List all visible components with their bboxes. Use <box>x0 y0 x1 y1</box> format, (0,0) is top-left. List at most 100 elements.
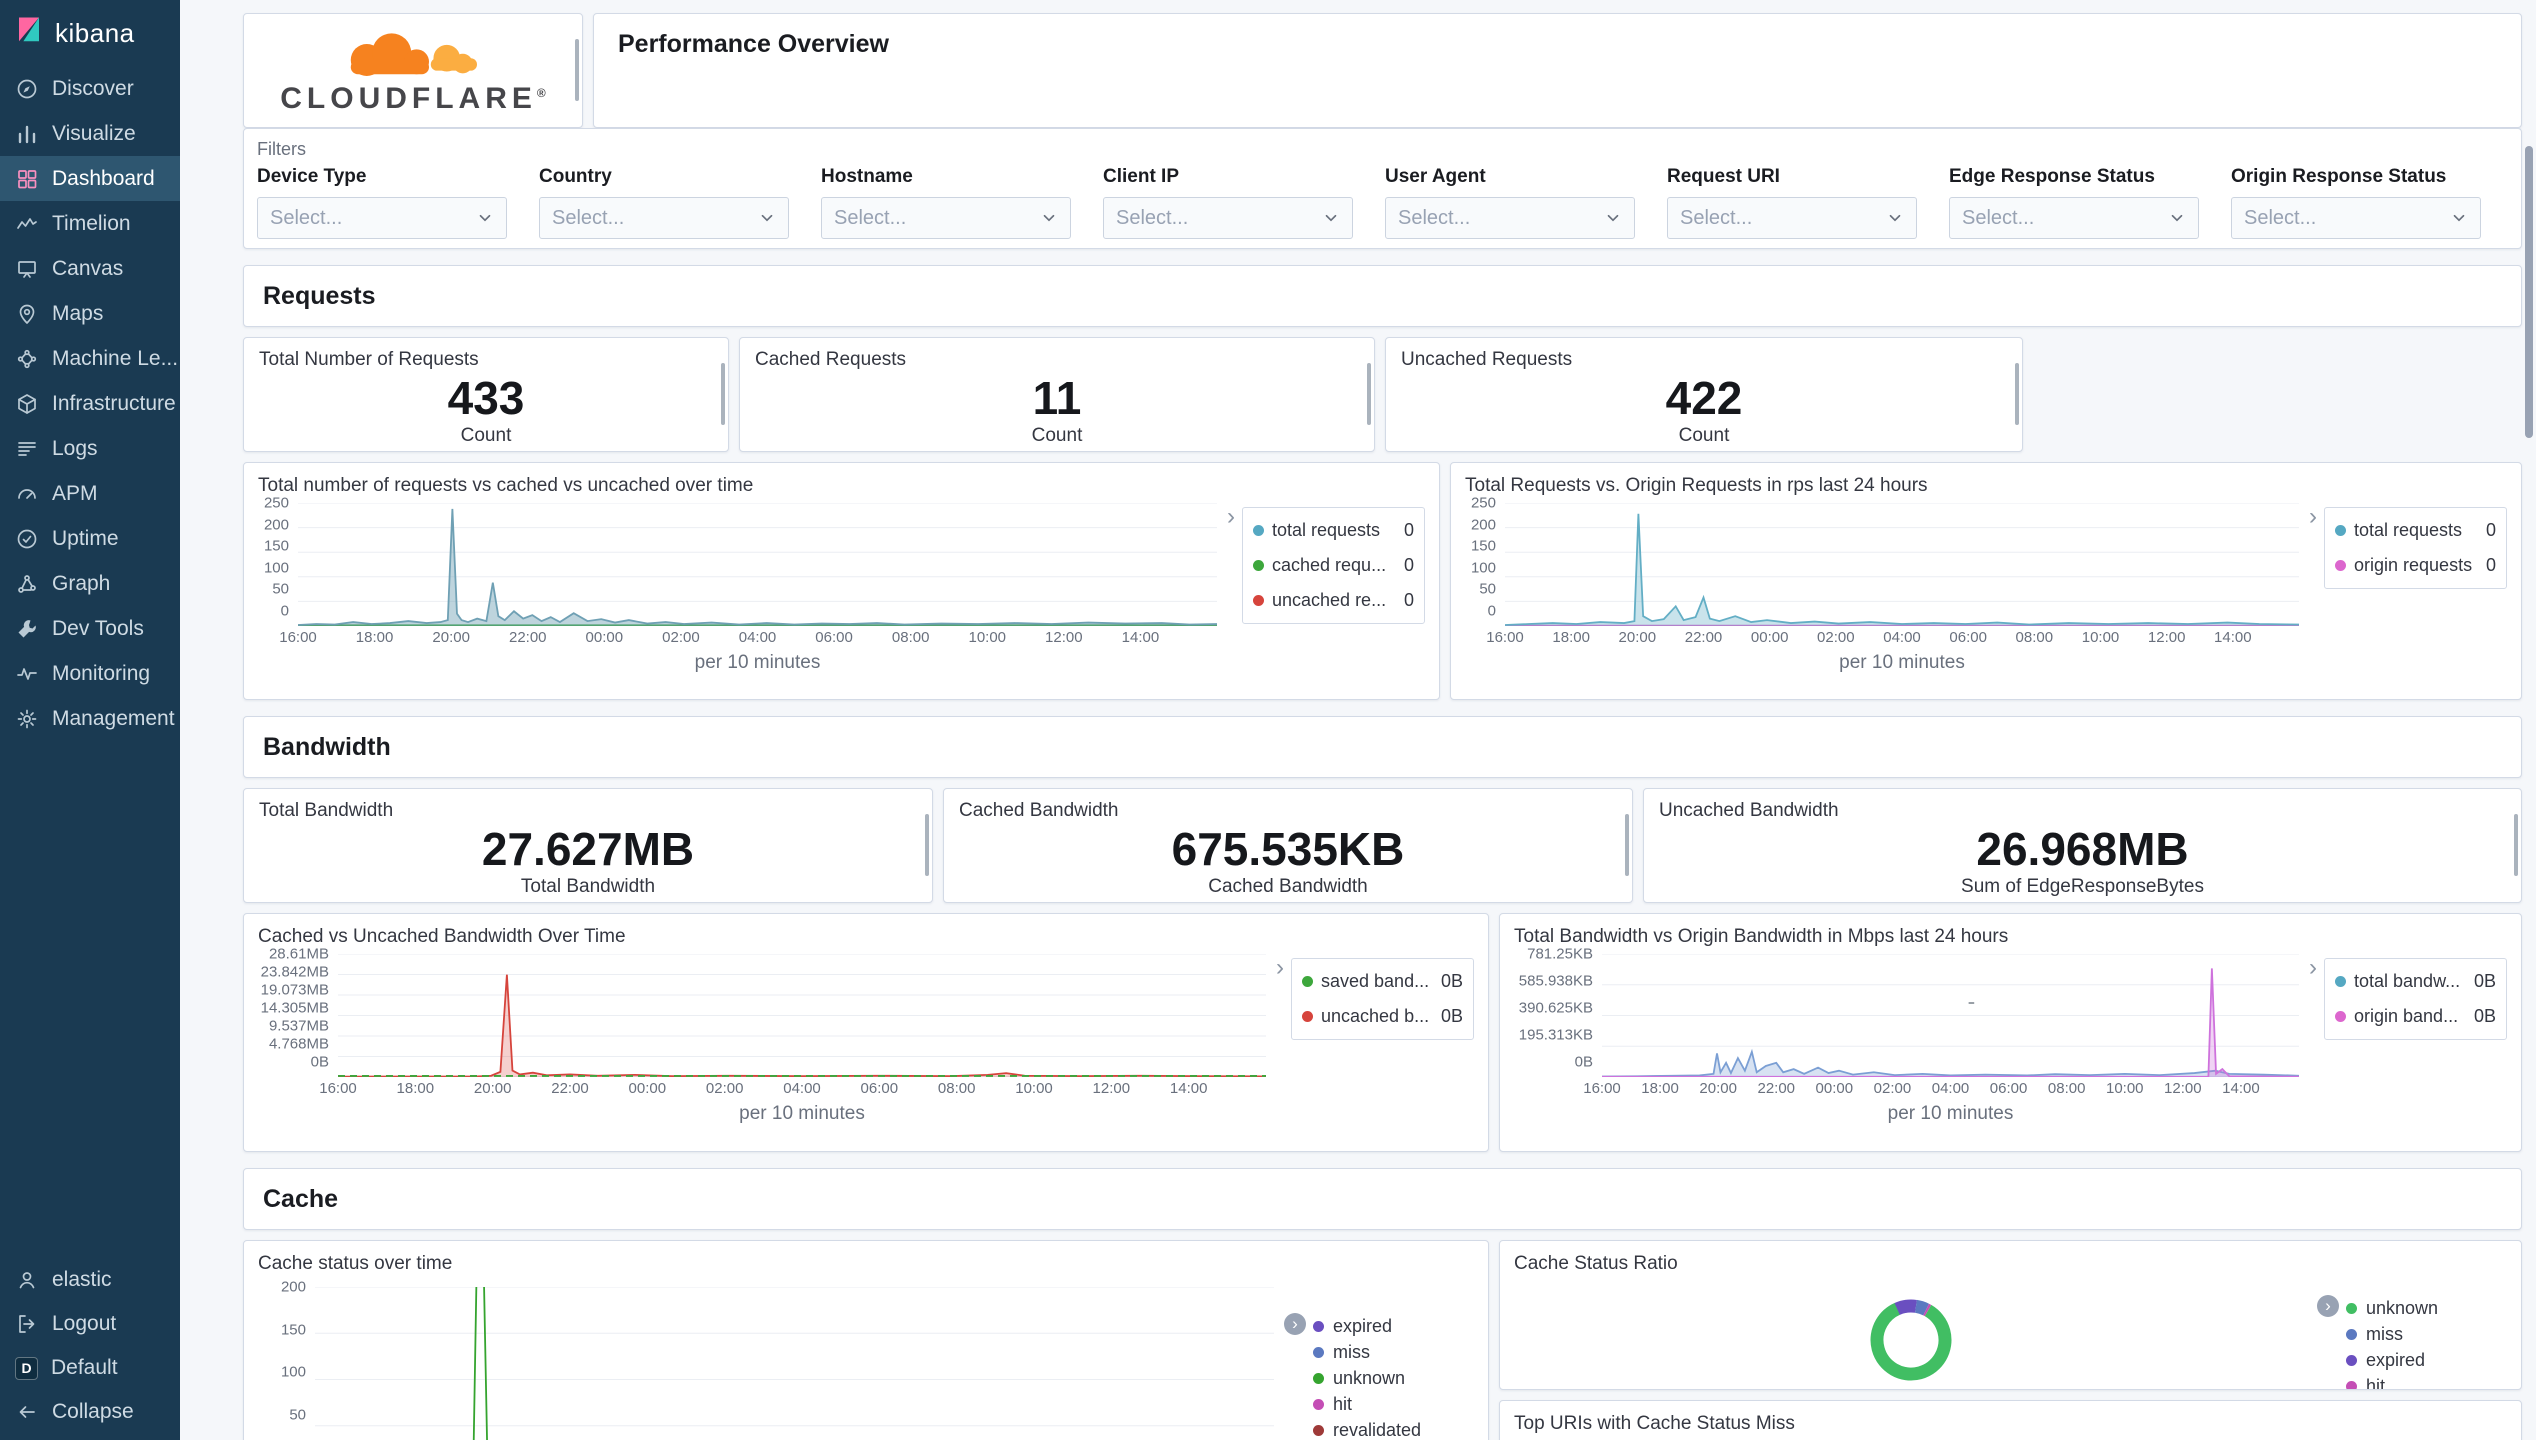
sidebar-item[interactable]: Graph <box>0 561 180 606</box>
sidebar-item[interactable]: Infrastructure <box>0 381 180 426</box>
sidebar-item[interactable]: Dev Tools <box>0 606 180 651</box>
sidebar-item[interactable]: Machine Le... <box>0 336 180 381</box>
legend-value: 0 <box>1403 590 1414 610</box>
x-tick-label: 14:00 <box>2222 1080 2260 1097</box>
filter-select[interactable]: Select... <box>2231 197 2481 239</box>
chart-title: Cache status over time <box>258 1253 453 1274</box>
y-tick-label: 200 <box>1470 516 1496 534</box>
sidebar-footer-item[interactable]: D Default <box>0 1346 180 1390</box>
x-tick-label: 02:00 <box>1817 629 1855 646</box>
legend-item[interactable]: total requests 0 <box>2335 513 2496 548</box>
metric-value: 27.627MB <box>481 823 695 875</box>
legend-collapse-icon[interactable]: › <box>1276 956 1284 980</box>
x-axis-caption: per 10 minutes <box>1887 1103 2014 1124</box>
legend-item[interactable]: miss <box>1313 1339 1474 1365</box>
legend-item[interactable]: unknown <box>2346 1295 2507 1321</box>
x-tick-label: 20:00 <box>432 629 470 646</box>
filter-select[interactable]: Select... <box>1103 197 1353 239</box>
sidebar-item[interactable]: Maps <box>0 291 180 336</box>
x-tick-label: 22:00 <box>551 1080 589 1097</box>
filter-select[interactable]: Select... <box>257 197 507 239</box>
panel-scrollbar[interactable] <box>1625 813 1629 876</box>
x-tick-label: 10:00 <box>968 629 1007 646</box>
panel-scrollbar[interactable] <box>721 362 725 425</box>
timeseries-chart: 781.25KB 585.938KB 390.625KB 195.313KB 0B 16:… <box>1514 947 2507 1125</box>
sidebar-item[interactable]: APM <box>0 471 180 516</box>
filter-select[interactable]: Select... <box>821 197 1071 239</box>
legend-item[interactable]: expired <box>1313 1313 1474 1339</box>
legend-item[interactable]: total bandw... 0B <box>2335 964 2496 999</box>
legend-item[interactable]: revalidated <box>1313 1417 1474 1440</box>
sidebar-item[interactable]: Timelion <box>0 201 180 246</box>
metric-unit: Cached Bandwidth <box>1208 875 1368 897</box>
sidebar-item[interactable]: Dashboard <box>0 156 180 201</box>
x-axis-labels: 16:00 18:00 20:00 22:00 00:00 02:00 04:00 06:00… <box>319 1080 1266 1101</box>
metric-title: Cached Requests <box>755 349 907 370</box>
chevron-down-icon <box>1322 209 1340 227</box>
legend-collapse-icon[interactable]: › <box>2309 956 2317 980</box>
x-tick-label: 10:00 <box>2081 629 2120 646</box>
filter-select[interactable]: Select... <box>1949 197 2199 239</box>
legend-item[interactable]: uncached b... 0B <box>1302 999 1463 1034</box>
page-scrollbar[interactable] <box>2525 146 2533 438</box>
x-tick-label: 22:00 <box>1757 1080 1796 1097</box>
filter-select[interactable]: Select... <box>1667 197 1917 239</box>
y-tick-label: 0 <box>280 602 289 620</box>
filter-label: Origin Response Status <box>2231 166 2447 187</box>
x-tick-label: 06:00 <box>1949 629 1987 646</box>
x-tick-label: 12:00 <box>2147 629 2186 646</box>
legend-label: expired <box>2366 1349 2426 1370</box>
x-tick-label: 10:00 <box>1015 1080 1053 1097</box>
sidebar-item[interactable]: Logs <box>0 426 180 471</box>
legend-toggle-icon[interactable]: › <box>1284 1313 1306 1335</box>
y-tick-label: 200 <box>263 516 289 534</box>
plot-area <box>338 954 1266 1077</box>
y-axis-labels: 250 200 150 100 50 0 <box>1465 496 1505 626</box>
metric-title: Cached Bandwidth <box>959 800 1119 821</box>
legend-item[interactable]: miss <box>2346 1321 2507 1347</box>
filter-select[interactable]: Select... <box>1385 197 1635 239</box>
cache-section-header: Cache <box>243 1168 2522 1230</box>
sidebar-item[interactable]: Monitoring <box>0 651 180 696</box>
x-tick-label: 20:00 <box>473 1080 512 1097</box>
legend-collapse-icon[interactable]: › <box>2309 505 2317 529</box>
legend-item[interactable]: total requests 0 <box>1253 513 1414 548</box>
legend-item[interactable]: cached requ... 0 <box>1253 548 1414 583</box>
x-tick-label: 08:00 <box>891 629 930 646</box>
panel-scrollbar[interactable] <box>2015 362 2019 425</box>
sidebar-item[interactable]: Visualize <box>0 111 180 156</box>
legend-item[interactable]: expired <box>2346 1347 2507 1373</box>
sidebar-footer-item[interactable]: Logout <box>0 1302 180 1346</box>
legend-toggle-icon[interactable]: › <box>2317 1295 2339 1317</box>
kibana-home-link[interactable]: kibana <box>0 0 180 66</box>
sidebar-footer-item[interactable]: elastic <box>0 1258 180 1302</box>
y-tick-label: 150 <box>280 1321 306 1338</box>
x-tick-label: 00:00 <box>628 1080 667 1097</box>
legend-label: cached requ... <box>1272 555 1387 575</box>
sidebar-item[interactable]: Management <box>0 696 180 741</box>
panel-scrollbar[interactable] <box>2514 813 2518 876</box>
y-tick-label: 150 <box>263 537 289 555</box>
panel-scrollbar[interactable] <box>575 38 579 101</box>
chart-legend: › total requests 0 origin requests 0 <box>2299 503 2507 674</box>
filter-select[interactable]: Select... <box>539 197 789 239</box>
sidebar-item-label: Dev Tools <box>52 616 144 640</box>
legend-item[interactable]: origin band... 0B <box>2335 999 2496 1034</box>
sidebar-item[interactable]: Uptime <box>0 516 180 561</box>
sidebar-footer-item[interactable]: Collapse <box>0 1390 180 1434</box>
panel-scrollbar[interactable] <box>925 813 929 876</box>
legend-item[interactable]: uncached re... 0 <box>1253 583 1414 618</box>
legend-item[interactable]: unknown <box>1313 1365 1474 1391</box>
legend-color-dot <box>1253 560 1264 571</box>
timeseries-chart: 250 200 150 100 50 0 16:00 18:00 20:00 22:00 00:00… <box>258 496 1425 674</box>
legend-item[interactable]: origin requests 0 <box>2335 548 2496 583</box>
legend-item[interactable]: hit <box>2346 1373 2507 1389</box>
sidebar-item[interactable]: Discover <box>0 66 180 111</box>
legend-collapse-icon[interactable]: › <box>1227 505 1235 529</box>
legend-item[interactable]: saved band... 0B <box>1302 964 1463 999</box>
panel-scrollbar[interactable] <box>1367 362 1371 425</box>
x-tick-label: 22:00 <box>508 629 547 646</box>
filters-row: Device Type Select... Country Select... <box>257 166 2508 239</box>
legend-item[interactable]: hit <box>1313 1391 1474 1417</box>
sidebar-item[interactable]: Canvas <box>0 246 180 291</box>
